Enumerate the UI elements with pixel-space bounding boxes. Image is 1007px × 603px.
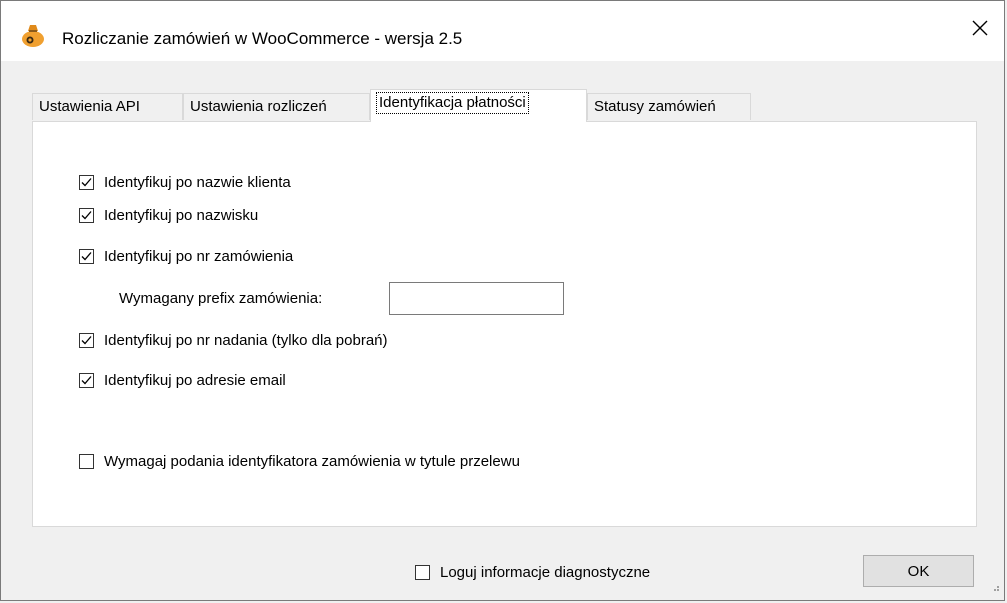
identify-by-email-row[interactable]: Identyfikuj po adresie email [79,372,286,389]
tab-payment-identification[interactable]: Identyfikacja płatności [370,89,587,122]
identify-by-surname-checkbox[interactable] [79,208,94,223]
identify-by-tracking-number-row[interactable]: Identyfikuj po nr nadania (tylko dla pob… [79,332,388,349]
ok-button[interactable]: OK [863,555,974,587]
identify-by-surname-label: Identyfikuj po nazwisku [104,207,259,224]
tab-settlement-settings[interactable]: Ustawienia rozliczeń [183,93,370,120]
identify-by-email-checkbox[interactable] [79,373,94,388]
require-order-id-checkbox[interactable] [79,454,94,469]
identify-by-order-number-checkbox[interactable] [79,249,94,264]
identify-by-order-number-row[interactable]: Identyfikuj po nr zamówienia [79,248,293,265]
identify-by-order-number-label: Identyfikuj po nr zamówienia [104,248,294,265]
identify-by-email-label: Identyfikuj po adresie email [104,372,286,389]
diagnostics-row[interactable]: Loguj informacje diagnostyczne [415,564,650,581]
identify-by-client-name-label: Identyfikuj po nazwie klienta [104,174,291,191]
resize-grip-icon[interactable] [990,579,1000,596]
identify-by-surname-row[interactable]: Identyfikuj po nazwisku [79,207,258,224]
identify-by-client-name-row[interactable]: Identyfikuj po nazwie klienta [79,174,291,191]
close-button[interactable] [956,1,1004,59]
diagnostics-label: Loguj informacje diagnostyczne [440,564,651,581]
order-prefix-label: Wymagany prefix zamówienia: [119,290,323,307]
tab-label: Identyfikacja płatności [376,92,529,114]
close-icon [972,20,988,40]
identify-by-tracking-number-label: Identyfikuj po nr nadania (tylko dla pob… [104,332,388,349]
order-prefix-input[interactable] [389,282,564,315]
require-order-id-row[interactable]: Wymagaj podania identyfikatora zamówieni… [79,453,520,470]
tab-label: Statusy zamówień [594,98,716,115]
tab-api-settings[interactable]: Ustawienia API [32,93,183,120]
tab-order-statuses[interactable]: Statusy zamówień [587,93,751,120]
money-bag-icon [19,22,47,48]
dialog-window: Rozliczanie zamówień w WooCommerce - wer… [0,0,1005,601]
identify-by-client-name-checkbox[interactable] [79,175,94,190]
diagnostics-checkbox[interactable] [415,565,430,580]
require-order-id-label: Wymagaj podania identyfikatora zamówieni… [104,453,520,470]
tab-label: Ustawienia API [39,98,140,115]
window-title: Rozliczanie zamówień w WooCommerce - wer… [62,29,463,48]
title-bar: Rozliczanie zamówień w WooCommerce - wer… [1,1,1004,61]
identify-by-tracking-number-checkbox[interactable] [79,333,94,348]
tab-label: Ustawienia rozliczeń [190,98,327,115]
